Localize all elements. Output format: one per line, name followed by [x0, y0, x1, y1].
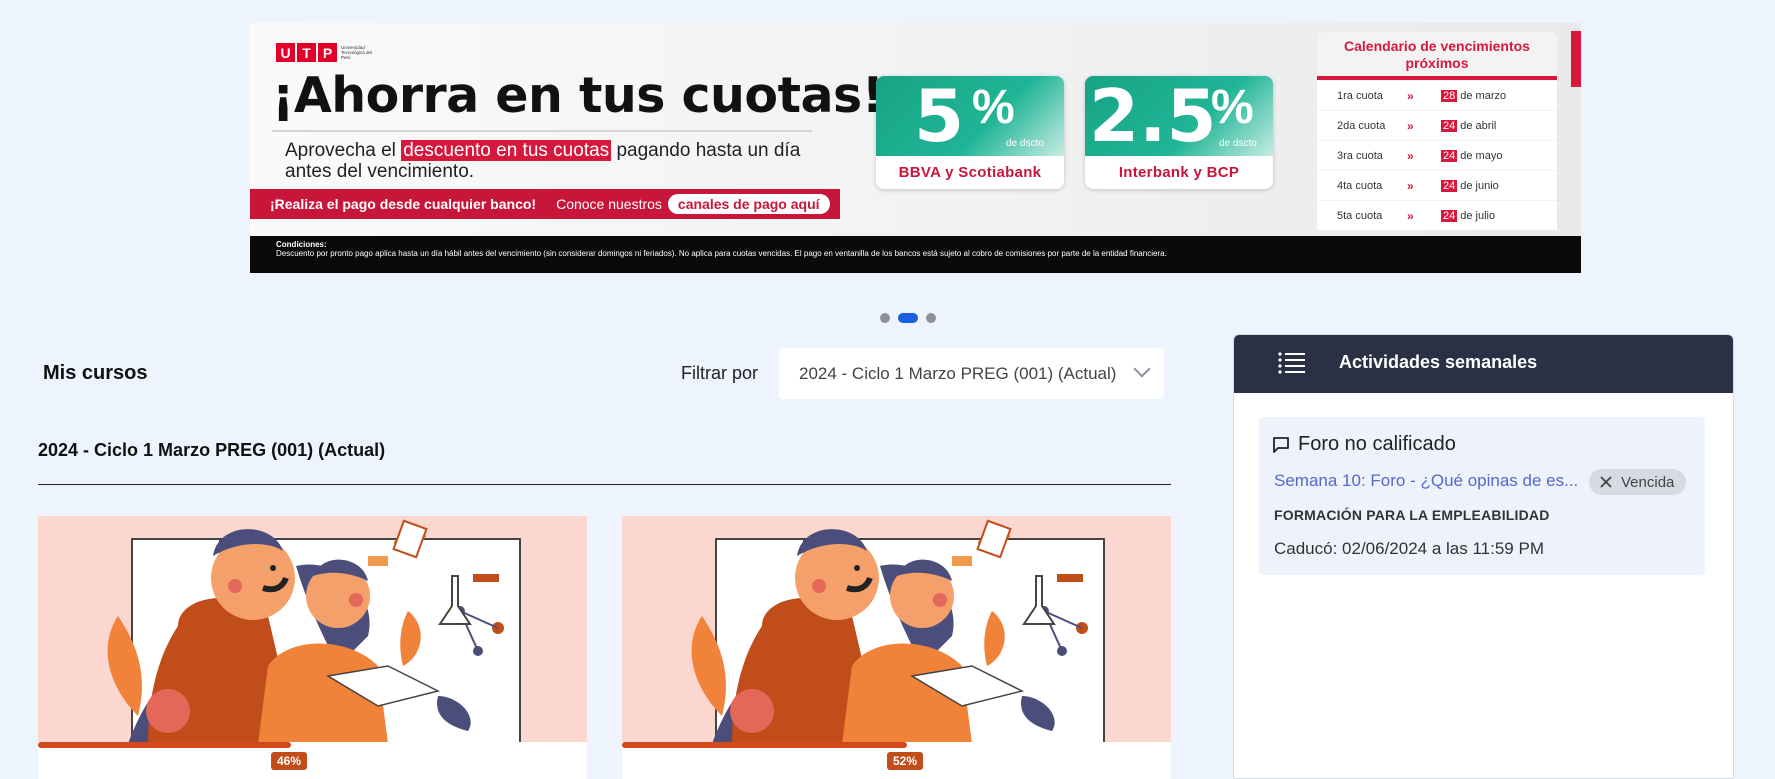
double-chevron-right-icon: » — [1407, 208, 1414, 223]
course-card[interactable]: 52% — [622, 516, 1171, 779]
promo-percent: % — [972, 81, 1015, 134]
double-chevron-right-icon: » — [1407, 148, 1414, 163]
status-badge: Vencida — [1589, 469, 1687, 495]
logo-letter: T — [297, 43, 316, 62]
strip-text: ¡Realiza el pago desde cualquier banco! — [270, 196, 537, 212]
promo-banner[interactable]: U T P Universidad Tecnológica del Perú ¡… — [250, 23, 1581, 273]
progress-bar — [38, 742, 587, 748]
carousel-dot[interactable] — [926, 313, 936, 323]
calendar-row: 2da cuota» 24 de abril — [1317, 111, 1557, 140]
activity-type-label: Foro no calificado — [1298, 433, 1456, 455]
promo-banks: Interbank y BCP — [1118, 164, 1240, 181]
activity-course: FORMACIÓN PARA LA EMPLEABILIDAD — [1274, 507, 1550, 523]
progress-fill — [38, 742, 291, 748]
progress-badge: 52% — [887, 752, 924, 770]
banner-body: U T P Universidad Tecnológica del Perú ¡… — [250, 23, 1581, 236]
activity-type: Foro no calificado — [1272, 433, 1456, 456]
calendar-row: 5ta cuota» 24 de julio — [1317, 201, 1557, 230]
promo-dscto: de dscto — [1219, 138, 1257, 149]
panel-title: Actividades semanales — [1339, 352, 1538, 372]
carousel-dot[interactable] — [880, 313, 890, 323]
divider — [272, 130, 812, 132]
progress-badge: 46% — [271, 752, 308, 770]
course-card[interactable]: 46% — [38, 516, 587, 779]
chevron-down-icon — [1133, 360, 1151, 378]
payment-strip: ¡Realiza el pago desde cualquier banco! … — [250, 189, 840, 219]
promo-card-bbva: 5 % de dscto BBVA y Scotiabank — [876, 76, 1064, 189]
promo-dscto: de dscto — [1006, 138, 1044, 149]
progress-fill — [622, 742, 908, 748]
promo-value: 5 — [914, 76, 965, 158]
promo-percent: % — [1211, 81, 1254, 134]
comment-icon — [1273, 436, 1289, 453]
weekly-activities-panel: Actividades semanales Foro no calificado… — [1233, 334, 1734, 779]
select-value: 2024 - Ciclo 1 Marzo PREG (001) (Actual) — [799, 363, 1117, 383]
period-heading: 2024 - Ciclo 1 Marzo PREG (001) (Actual) — [38, 440, 386, 460]
calendar-divider — [1317, 76, 1557, 80]
list-icon[interactable] — [1278, 351, 1306, 375]
activity-card[interactable]: Foro no calificado Semana 10: Foro - ¿Qu… — [1259, 417, 1705, 575]
strip-link-prefix: Conoce nuestros — [556, 196, 662, 212]
course-illustration — [622, 516, 1171, 744]
progress-bar — [622, 742, 1171, 748]
banner-headline: ¡Ahorra en tus cuotas! — [272, 67, 884, 124]
activity-due-date: Caducó: 02/06/2024 a las 11:59 PM — [1274, 539, 1544, 558]
double-chevron-right-icon: » — [1407, 118, 1414, 133]
period-select[interactable]: 2024 - Ciclo 1 Marzo PREG (001) (Actual) — [779, 348, 1164, 399]
logo-subtitle: Universidad Tecnológica del Perú — [341, 45, 373, 60]
carousel-indicators — [880, 313, 936, 323]
payment-channels-link[interactable]: canales de pago aquí — [667, 194, 830, 214]
conditions-text: Descuento por pronto pago aplica hasta u… — [276, 249, 1167, 258]
calendar-row: 1ra cuota» 28 de marzo — [1317, 81, 1557, 110]
calendar-row: 3ra cuota» 24 de mayo — [1317, 141, 1557, 170]
logo-letter: P — [318, 43, 337, 62]
calendar-row: 4ta cuota» 24 de junio — [1317, 171, 1557, 200]
utp-logo: U T P Universidad Tecnológica del Perú — [276, 43, 375, 62]
promo-value: 2.5 — [1089, 76, 1217, 158]
course-illustration — [38, 516, 587, 744]
filter-label: Filtrar por — [681, 363, 759, 383]
double-chevron-right-icon: » — [1407, 88, 1414, 103]
banner-subtext: Aprovecha el descuento en tus cuotas pag… — [285, 140, 801, 182]
divider — [38, 484, 1171, 485]
panel-header: Actividades semanales — [1234, 335, 1733, 393]
close-icon — [1600, 476, 1612, 488]
logo-letter: U — [276, 43, 295, 62]
double-chevron-right-icon: » — [1407, 178, 1414, 193]
status-label: Vencida — [1621, 473, 1675, 491]
conditions-title: Condiciones: — [276, 240, 327, 249]
calendar-title: Calendario de vencimientos próximos — [1344, 38, 1530, 71]
activity-link[interactable]: Semana 10: Foro - ¿Qué opinas de es... — [1274, 471, 1578, 491]
section-title: Mis cursos — [43, 362, 148, 384]
banner-accent — [1571, 31, 1581, 87]
carousel-dot-active[interactable] — [898, 313, 918, 323]
conditions-footer: Condiciones: Descuento por pronto pago a… — [250, 236, 1581, 273]
due-calendar: Calendario de vencimientos próximos 1ra … — [1317, 32, 1557, 230]
promo-banks: BBVA y Scotiabank — [898, 164, 1042, 181]
highlight-text: descuento en tus cuotas — [401, 140, 612, 161]
promo-card-interbank: 2.5 % de dscto Interbank y BCP — [1085, 76, 1273, 189]
